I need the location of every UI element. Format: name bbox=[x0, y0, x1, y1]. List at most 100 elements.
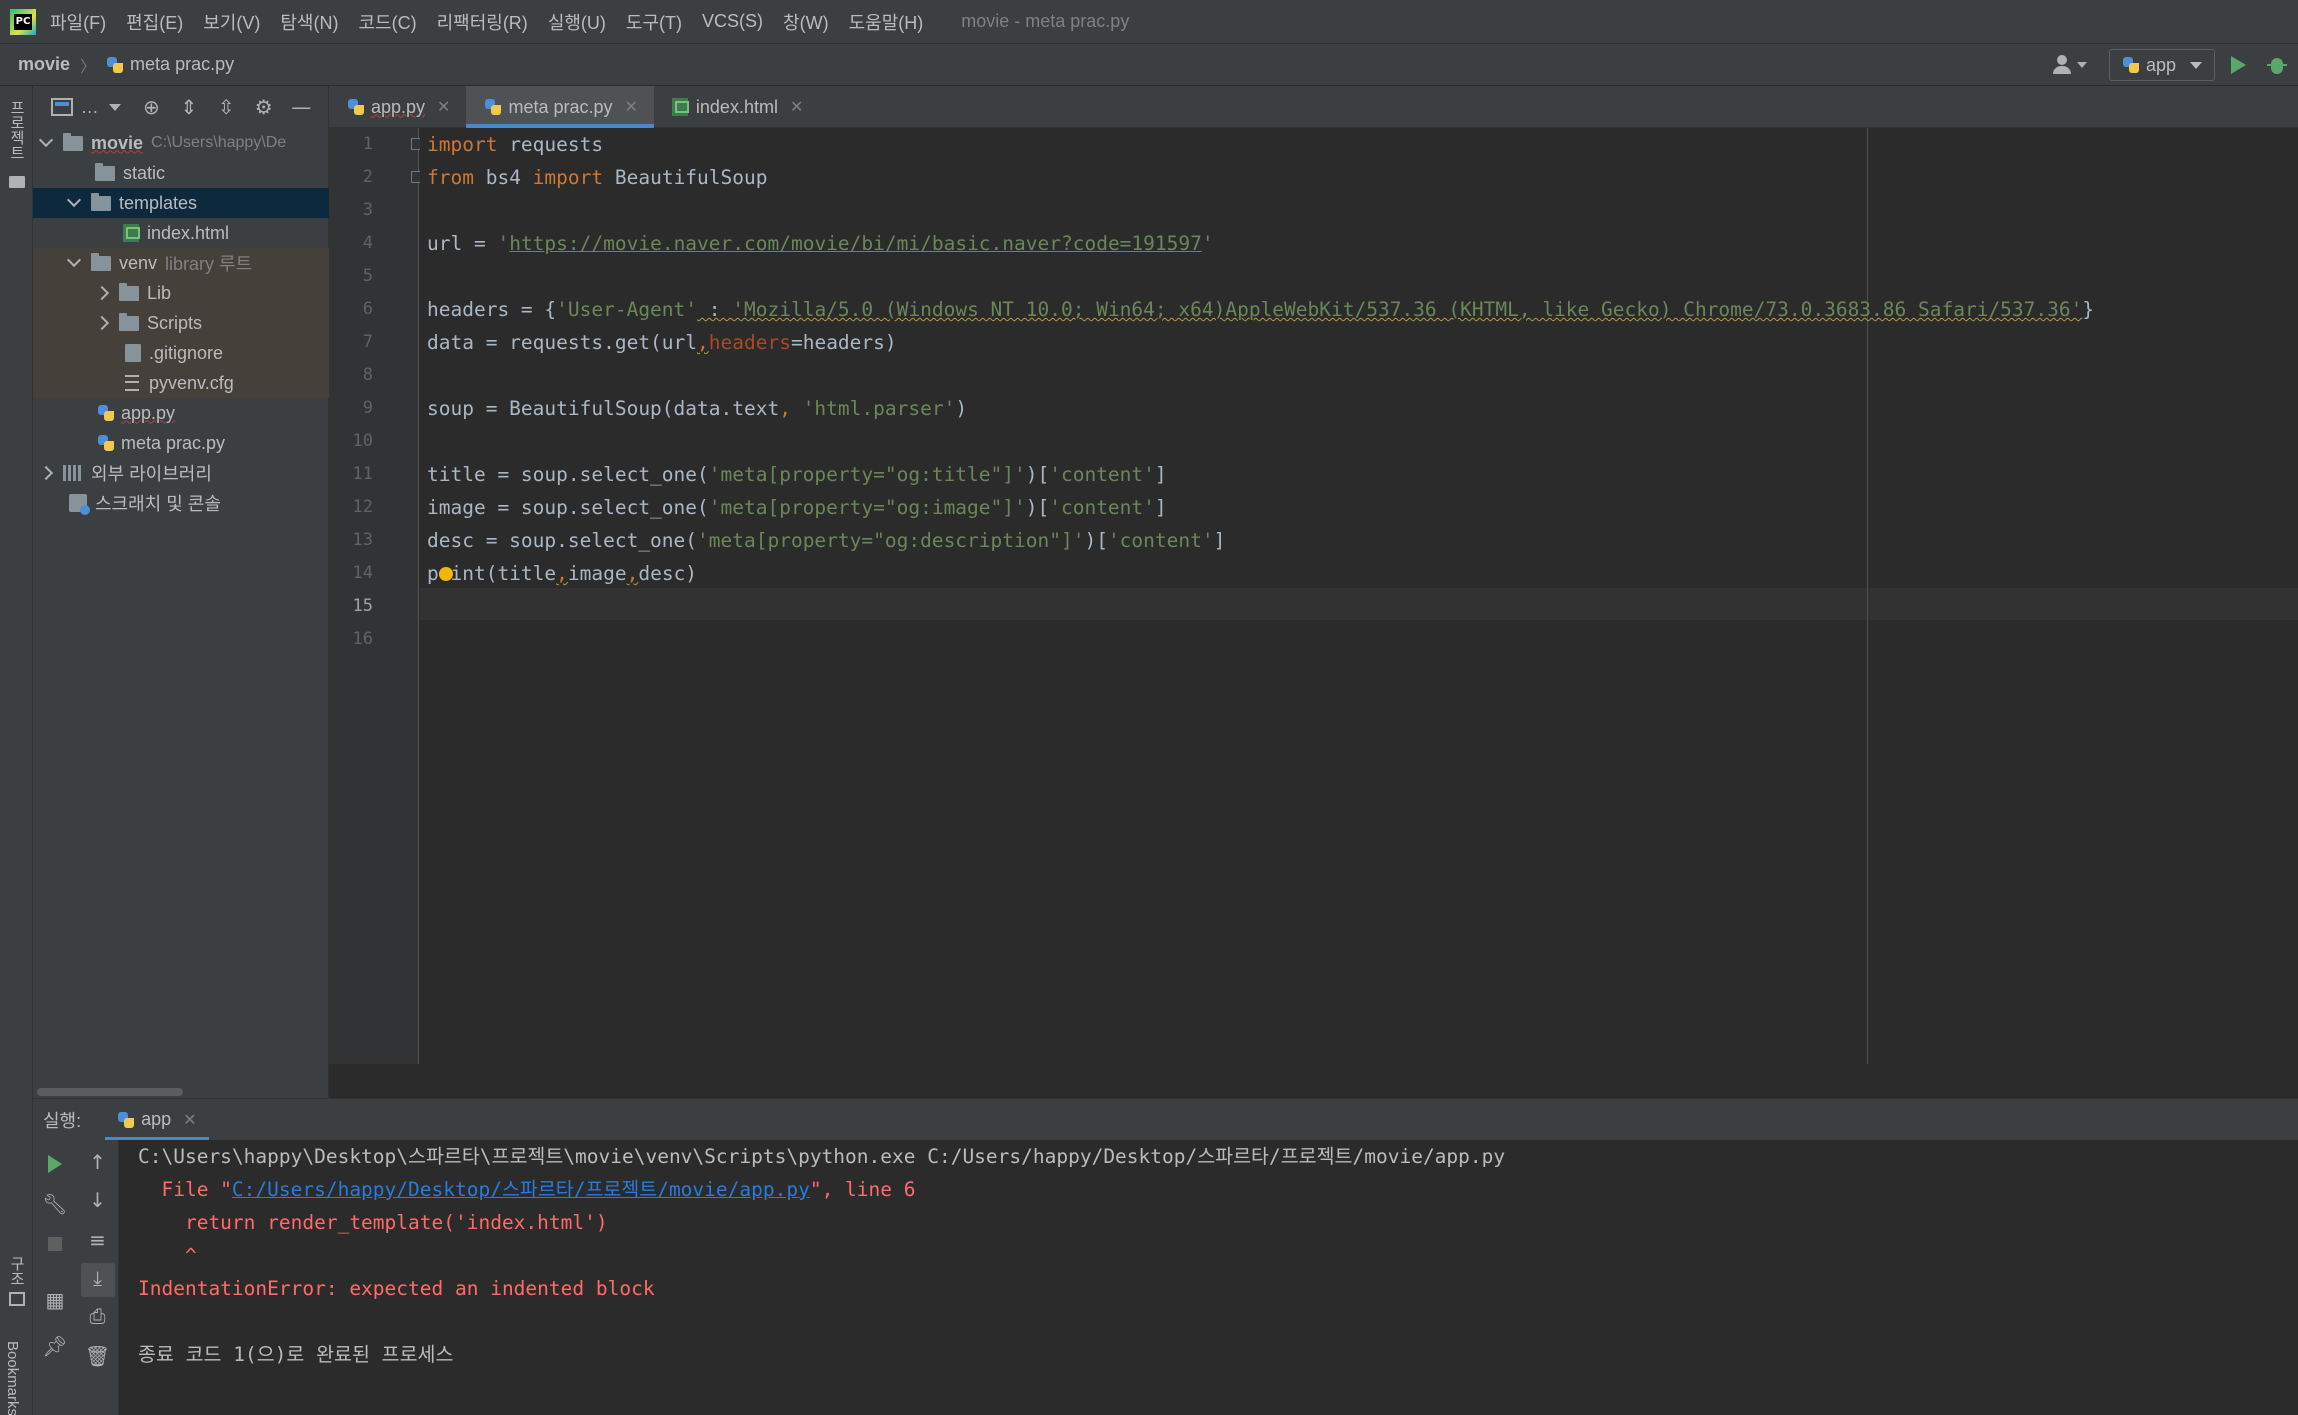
tree-item-venv[interactable]: venv library 루트 bbox=[33, 248, 329, 278]
trash-icon[interactable]: 🗑︎ bbox=[77, 1344, 118, 1368]
code-line-2[interactable]: from bs4 import BeautifulSoup bbox=[427, 161, 768, 194]
structure-tool-window-button[interactable]: 구조 bbox=[6, 1256, 27, 1286]
locate-file-icon[interactable]: ⊕ bbox=[141, 95, 162, 119]
menu-run[interactable]: 실행(U) bbox=[548, 9, 606, 35]
tree-item-label: static bbox=[123, 162, 166, 183]
tab-app-py[interactable]: app.py ✕ bbox=[329, 86, 466, 128]
breadcrumb-project[interactable]: movie bbox=[18, 54, 70, 75]
code-line-14[interactable]: print(title,image,desc) bbox=[427, 557, 697, 590]
code-line-9[interactable]: soup = BeautifulSoup(data.text, 'html.pa… bbox=[427, 392, 967, 425]
horizontal-scrollbar[interactable] bbox=[37, 1088, 183, 1096]
run-button[interactable] bbox=[2231, 56, 2246, 74]
menu-refactor[interactable]: 리팩터링(R) bbox=[437, 9, 528, 35]
collapse-all-icon[interactable]: ⇳ bbox=[216, 95, 237, 119]
tree-item-scripts[interactable]: Scripts bbox=[33, 308, 329, 338]
code-line-11[interactable]: title = soup.select_one('meta[property="… bbox=[427, 458, 1167, 491]
code-line-7[interactable]: data = requests.get(url,headers=headers) bbox=[427, 326, 897, 359]
lightbulb-icon[interactable] bbox=[439, 567, 453, 581]
tree-item-index-html[interactable]: index.html bbox=[33, 218, 329, 248]
python-file-icon bbox=[97, 404, 115, 422]
tree-item-pyvenv-cfg[interactable]: pyvenv.cfg bbox=[33, 368, 329, 398]
bookmarks-tool-window-button[interactable]: Bookmarks bbox=[4, 1341, 21, 1415]
chevron-down-icon[interactable] bbox=[66, 192, 82, 208]
soft-wrap-icon[interactable]: ≡ bbox=[77, 1228, 118, 1252]
gear-icon[interactable]: ⚙ bbox=[253, 95, 274, 119]
code-line-6[interactable]: headers = {'User-Agent' : 'Mozilla/5.0 (… bbox=[427, 293, 2094, 326]
tree-item-label: Lib bbox=[147, 282, 172, 303]
python-file-icon bbox=[97, 434, 115, 452]
folder-icon bbox=[91, 192, 111, 211]
run-configuration-dropdown[interactable]: app bbox=[2108, 49, 2215, 81]
menu-view[interactable]: 보기(V) bbox=[203, 9, 260, 35]
code-editor[interactable]: import requests from bs4 import Beautifu… bbox=[420, 128, 2298, 1064]
menu-help[interactable]: 도움말(H) bbox=[849, 9, 924, 35]
layout-icon[interactable]: ▦ bbox=[33, 1288, 77, 1312]
traceback-file-link[interactable]: C:/Users/happy/Desktop/스파르타/프로젝트/movie/a… bbox=[232, 1178, 810, 1201]
tree-item-static[interactable]: static bbox=[33, 158, 329, 188]
code-line-12[interactable]: image = soup.select_one('meta[property="… bbox=[427, 491, 1167, 524]
run-panel-label: 실행: bbox=[43, 1110, 82, 1131]
debug-bug-icon[interactable] bbox=[2266, 54, 2288, 76]
tree-item-app-py[interactable]: app.py bbox=[33, 398, 329, 428]
chevron-down-icon[interactable] bbox=[108, 103, 121, 111]
hide-minus-icon[interactable]: — bbox=[291, 95, 312, 119]
console-line: C:\Users\happy\Desktop\스파르타\프로젝트\movie\v… bbox=[138, 1145, 1506, 1168]
tree-item-gitignore[interactable]: .gitignore bbox=[33, 338, 329, 368]
tab-meta-prac-py[interactable]: meta prac.py ✕ bbox=[466, 86, 655, 128]
menu-edit[interactable]: 편집(E) bbox=[126, 9, 183, 35]
menu-code[interactable]: 코드(C) bbox=[358, 9, 416, 35]
close-icon[interactable]: ✕ bbox=[625, 97, 638, 117]
tree-item-movie[interactable]: movie C:\Users\happy\De bbox=[33, 128, 329, 158]
line-number: 14 bbox=[352, 563, 373, 583]
project-view-label: … bbox=[80, 96, 99, 117]
code-line-4[interactable]: url = 'https://movie.naver.com/movie/bi/… bbox=[427, 227, 1214, 260]
rerun-button[interactable] bbox=[33, 1154, 77, 1178]
gitignore-file-icon bbox=[125, 344, 141, 362]
project-tool-window-button[interactable]: 프로젝트 bbox=[6, 100, 27, 160]
line-number-gutter[interactable]: 1 2 3 4 5 6 7 8 9 10 11 12 13 14 15 16 bbox=[329, 128, 423, 1064]
print-icon[interactable]: ⎙ bbox=[77, 1304, 118, 1328]
arrow-up-icon[interactable]: ↑ bbox=[77, 1150, 118, 1174]
tree-item-label: Scripts bbox=[147, 312, 203, 333]
tree-item-meta-prac-py[interactable]: meta prac.py bbox=[33, 428, 329, 458]
chevron-right-icon[interactable] bbox=[94, 315, 110, 331]
close-icon[interactable]: ✕ bbox=[183, 1110, 196, 1130]
menu-vcs[interactable]: VCS(S) bbox=[702, 11, 763, 32]
menu-navigate[interactable]: 탐색(N) bbox=[280, 9, 338, 35]
scroll-to-end-icon[interactable]: ⤓ bbox=[77, 1266, 118, 1290]
tree-item-external-libraries[interactable]: 외부 라이브러리 bbox=[33, 458, 329, 488]
stop-button[interactable] bbox=[33, 1232, 77, 1256]
project-view-icon[interactable] bbox=[51, 98, 73, 116]
breadcrumb-file[interactable]: meta prac.py bbox=[106, 54, 234, 75]
tree-item-scratches[interactable]: 스크래치 및 콘솔 bbox=[33, 488, 329, 518]
menu-window[interactable]: 창(W) bbox=[783, 9, 829, 35]
breadcrumb-separator-icon: 〉 bbox=[80, 58, 97, 76]
code-line-13[interactable]: desc = soup.select_one('meta[property="o… bbox=[427, 524, 1225, 557]
code-line-1[interactable]: import requests bbox=[427, 128, 603, 161]
close-icon[interactable]: ✕ bbox=[437, 97, 450, 117]
user-account-icon[interactable] bbox=[2052, 53, 2091, 77]
run-tab-app[interactable]: app ✕ bbox=[105, 1099, 210, 1141]
tab-index-html[interactable]: index.html ✕ bbox=[654, 86, 819, 128]
window-title: movie - meta prac.py bbox=[961, 11, 1130, 31]
close-icon[interactable]: ✕ bbox=[790, 97, 803, 117]
chevron-right-icon[interactable] bbox=[94, 285, 110, 301]
line-number: 11 bbox=[352, 464, 373, 484]
line-number: 3 bbox=[362, 200, 373, 220]
chevron-down-icon[interactable] bbox=[66, 252, 82, 268]
scratch-icon bbox=[69, 494, 90, 515]
arrow-down-icon[interactable]: ↓ bbox=[77, 1188, 118, 1212]
menu-tools[interactable]: 도구(T) bbox=[626, 9, 682, 35]
wrench-icon[interactable]: 🔧︎ bbox=[33, 1192, 77, 1216]
tab-label: index.html bbox=[695, 96, 778, 117]
tree-item-lib[interactable]: Lib bbox=[33, 278, 329, 308]
chevron-down-icon[interactable] bbox=[38, 132, 54, 148]
chevron-right-icon[interactable] bbox=[38, 465, 54, 481]
menu-file[interactable]: 파일(F) bbox=[50, 9, 106, 35]
pin-icon[interactable]: 📌︎ bbox=[33, 1334, 77, 1358]
expand-all-icon[interactable]: ⇕ bbox=[178, 95, 199, 119]
run-console[interactable]: C:\Users\happy\Desktop\스파르타\프로젝트\movie\v… bbox=[119, 1140, 2298, 1415]
tree-item-label: meta prac.py bbox=[121, 432, 226, 453]
structure-icon bbox=[9, 1292, 25, 1306]
tree-item-templates[interactable]: templates bbox=[33, 188, 329, 218]
